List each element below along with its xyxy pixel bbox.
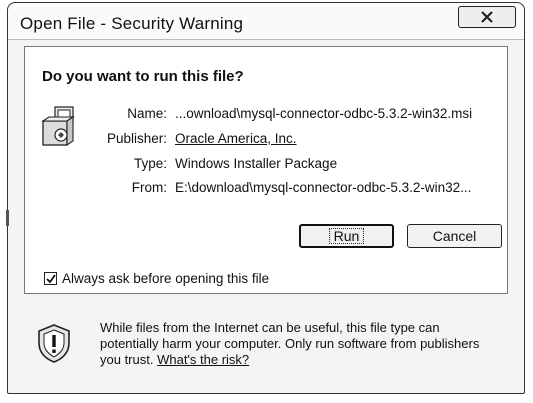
security-warning-window: Open File - Security Warning Do you want… xyxy=(7,2,525,394)
warning-message: While files from the Internet can be use… xyxy=(100,320,500,368)
name-label: Name: xyxy=(127,106,167,121)
type-row: Type: Windows Installer Package xyxy=(65,156,337,171)
always-ask-checkbox[interactable] xyxy=(44,272,57,285)
from-label: From: xyxy=(131,180,167,195)
type-label: Type: xyxy=(133,156,167,171)
always-ask-label: Always ask before opening this file xyxy=(62,271,270,286)
window-edge-marker xyxy=(6,210,9,226)
type-value: Windows Installer Package xyxy=(175,156,338,171)
from-row: From: E:\download\mysql-connector-odbc-5.… xyxy=(65,180,472,195)
close-button[interactable] xyxy=(458,6,516,28)
warning-section: While files from the Internet can be use… xyxy=(24,303,508,383)
always-ask-option[interactable]: Always ask before opening this file xyxy=(44,271,269,286)
publisher-link[interactable]: Oracle America, Inc. xyxy=(175,131,297,146)
checkmark-icon xyxy=(45,273,56,283)
whats-the-risk-link[interactable]: What's the risk? xyxy=(157,352,249,367)
name-value: ...ownload\mysql-connector-odbc-5.3.2-wi… xyxy=(175,106,473,121)
name-row: Name: ...ownload\mysql-connector-odbc-5.3… xyxy=(65,106,472,121)
run-button[interactable]: Run xyxy=(299,224,394,248)
publisher-label: Publisher: xyxy=(106,131,167,146)
cancel-button[interactable]: Cancel xyxy=(407,224,502,248)
file-info-panel: Do you want to run this file? Name: ...ow… xyxy=(24,46,508,294)
title-bar[interactable]: Open File - Security Warning xyxy=(8,3,524,40)
cancel-button-label: Cancel xyxy=(432,228,477,244)
shield-warning-icon xyxy=(38,324,70,363)
dialog-question: Do you want to run this file? xyxy=(42,68,244,85)
window-title: Open File - Security Warning xyxy=(20,14,244,33)
close-icon xyxy=(481,11,493,23)
from-value: E:\download\mysql-connector-odbc-5.3.2-w… xyxy=(175,180,472,195)
run-button-label: Run xyxy=(328,228,365,244)
publisher-row: Publisher: Oracle America, Inc. xyxy=(65,131,297,146)
